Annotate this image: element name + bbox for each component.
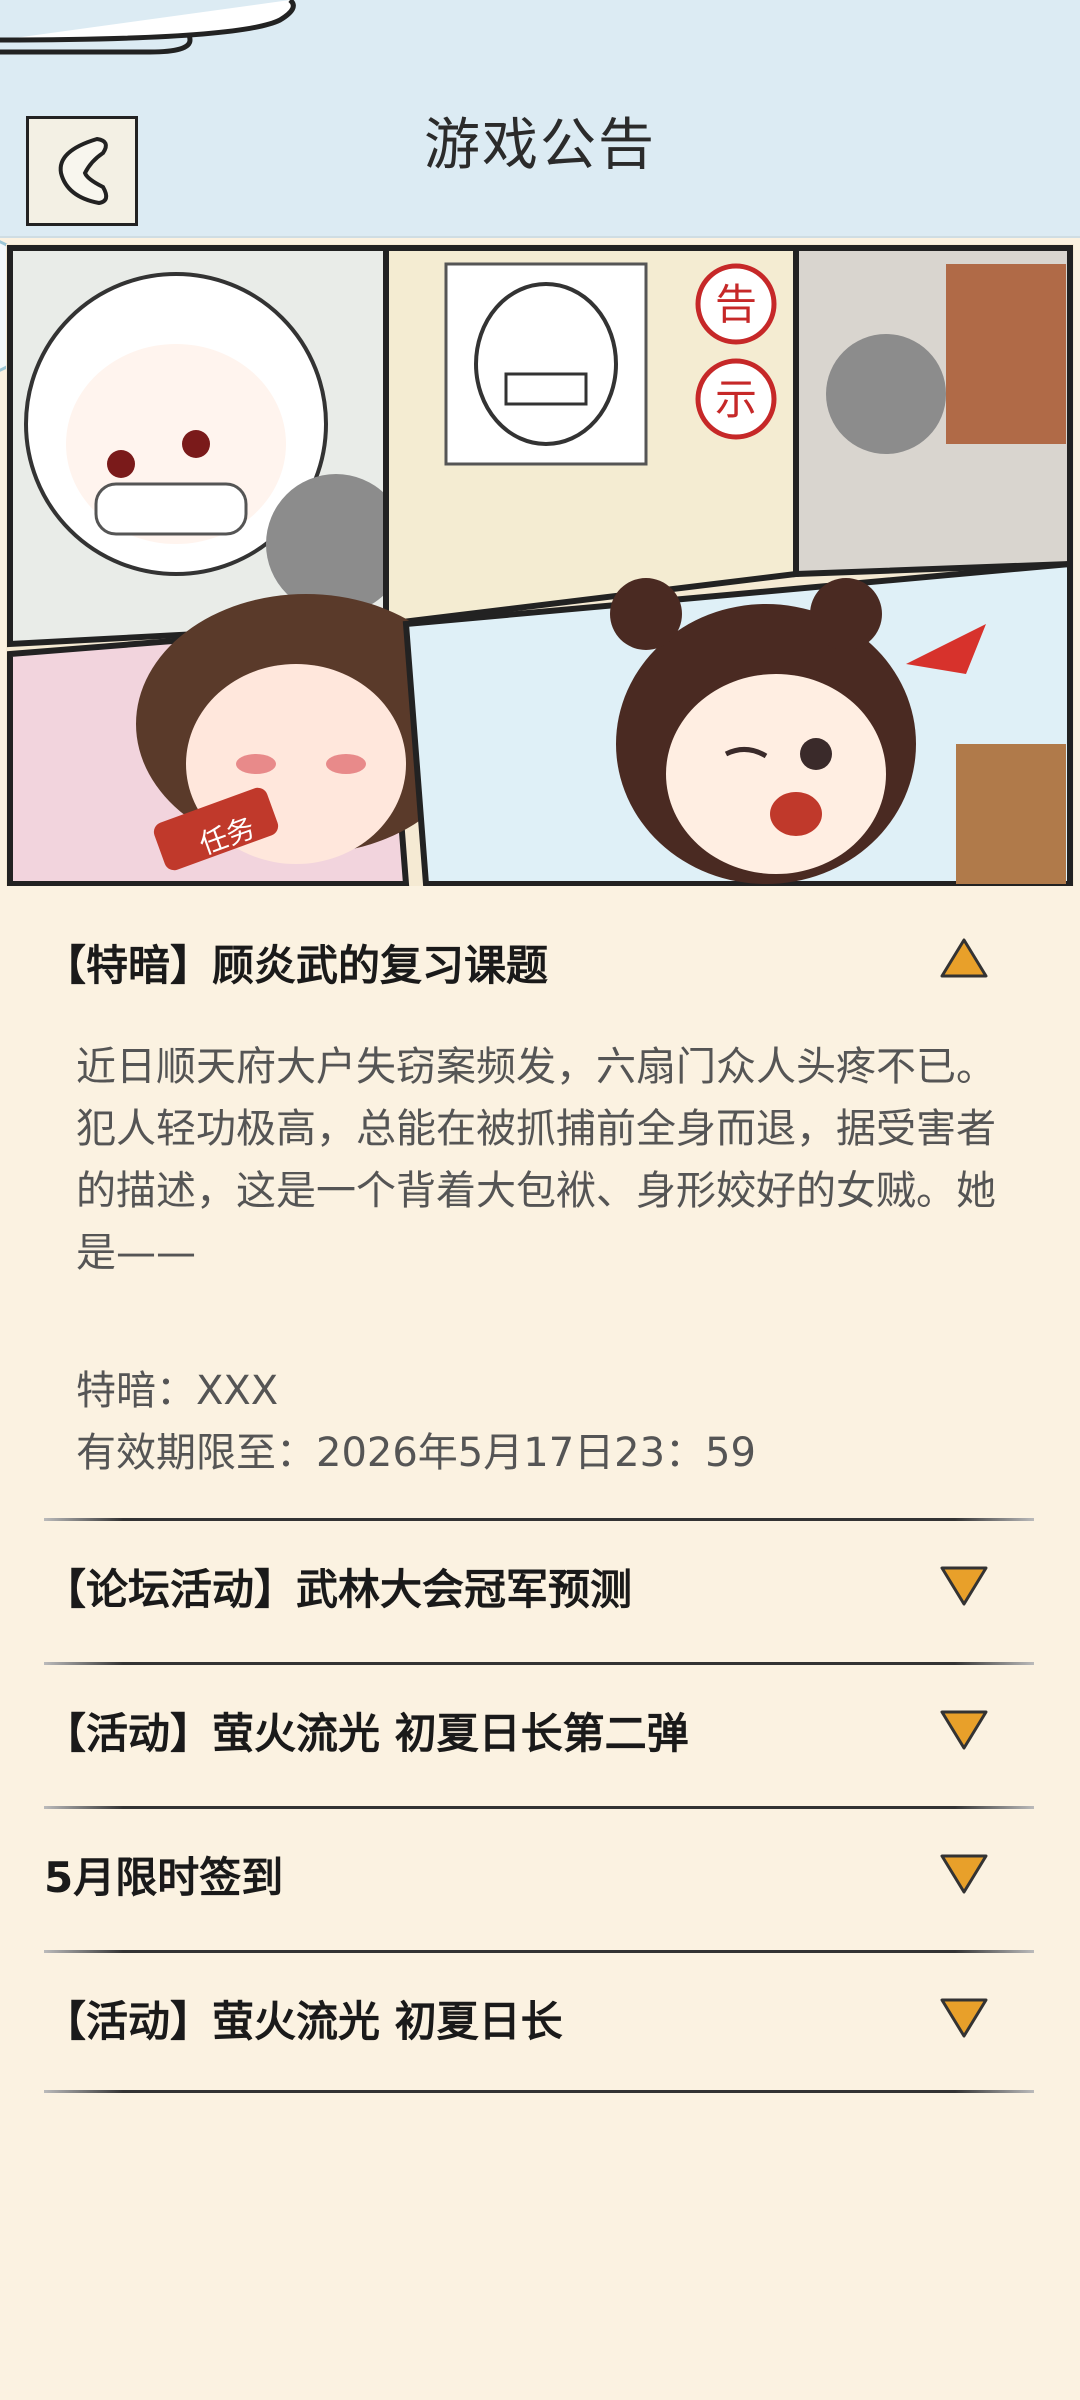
announcement-title[interactable]: 【活动】萤火流光 初夏日长第二弹 — [44, 1700, 689, 1761]
announcement-title[interactable]: 5月限时签到 — [44, 1844, 283, 1905]
chevron-down-icon[interactable] — [938, 1708, 990, 1752]
announcement-title[interactable]: 【特暗】顾炎武的复习课题 — [44, 932, 548, 993]
announcement-title[interactable]: 【论坛活动】武林大会冠军预测 — [44, 1556, 632, 1617]
divider — [44, 2090, 1034, 2093]
announcement-title[interactable]: 【活动】萤火流光 初夏日长 — [44, 1988, 563, 2049]
announcement-code-line: 特暗：XXX — [76, 1368, 279, 1414]
sign-char-2: 示 — [715, 375, 757, 424]
announcement-item: 【特暗】顾炎武的复习课题 近日顺天府大户失窃案频发，六扇门众人头疼不已。犯人轻功… — [0, 890, 1080, 1521]
chevron-down-icon[interactable] — [938, 1564, 990, 1608]
chevron-down-icon[interactable] — [938, 1996, 990, 2040]
announcement-item[interactable]: 【活动】萤火流光 初夏日长第二弹 — [0, 1664, 1080, 1809]
divider — [44, 1518, 1034, 1521]
announcement-body: 近日顺天府大户失窃案频发，六扇门众人头疼不已。犯人轻功极高，总能在被抓捕前全身而… — [76, 1044, 996, 1276]
chevron-up-icon[interactable] — [938, 936, 990, 980]
chevron-down-icon[interactable] — [938, 1852, 990, 1896]
cloud-decoration — [0, 0, 296, 55]
page-title: 游戏公告 — [424, 113, 656, 178]
sign-char-1: 告 — [715, 280, 757, 329]
announcement-item[interactable]: 【论坛活动】武林大会冠军预测 — [0, 1522, 1080, 1665]
announcement-banner-image: 告 示 任务 — [6, 244, 1074, 886]
announcement-item[interactable]: 5月限时签到 — [0, 1806, 1080, 1953]
header-bar: 游戏公告 — [0, 0, 1080, 238]
announcement-item[interactable]: 【活动】萤火流光 初夏日长 — [0, 1950, 1080, 2093]
announcement-validity: 有效期限至：2026年5月17日23：59 — [76, 1430, 756, 1476]
